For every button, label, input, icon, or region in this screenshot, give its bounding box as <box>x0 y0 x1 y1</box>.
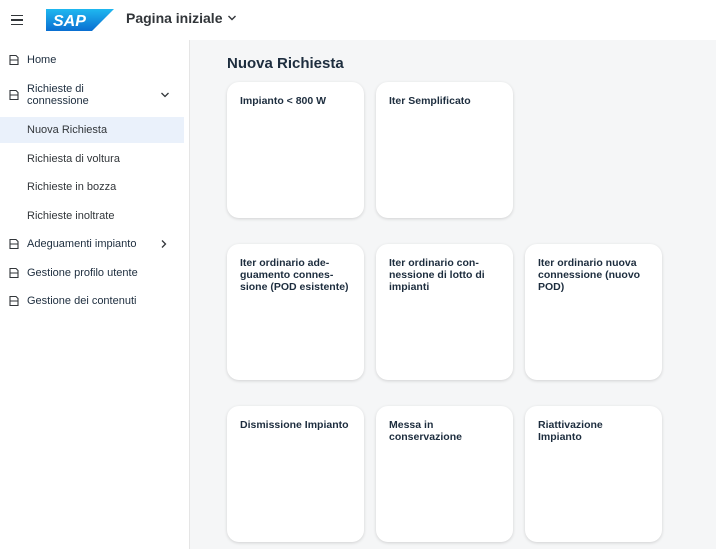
sidebar-subitem-label: Richiesta di voltura <box>27 153 120 165</box>
sidebar-item-label: Home <box>27 54 57 66</box>
app-title-dropdown[interactable]: Pagina iniziale <box>126 10 237 26</box>
tile-title: Iter ordinario nuova connessione (nuovo … <box>538 257 641 293</box>
tile-riattivazione-impianto[interactable]: Riattivazione Impianto <box>525 406 662 542</box>
document-icon <box>9 295 19 307</box>
sidebar-item-label-line2: connessione <box>27 95 89 107</box>
home-icon <box>9 54 19 66</box>
tile-title: Iter ordinario con- nessione di lotto di… <box>389 257 485 293</box>
tile-title: Impianto < 800 W <box>240 95 327 107</box>
side-navigation: Home Richieste di connessione Nuova Rich… <box>0 40 190 549</box>
sidebar-item-label: Adeguamenti impianto <box>27 238 137 250</box>
chevron-down-icon[interactable] <box>160 90 170 100</box>
main-content: Nuova Richiesta Impianto < 800 W Iter Se… <box>190 40 716 549</box>
tile-title: Iter ordinario ade- guamento connes- sio… <box>240 257 349 293</box>
tile-iter-ordinario-lotto[interactable]: Iter ordinario con- nessione di lotto di… <box>376 244 513 380</box>
chevron-right-icon[interactable] <box>159 239 169 249</box>
chevron-down-icon <box>228 15 237 21</box>
sap-logo-text: SAP <box>53 13 86 30</box>
sidebar-subitem-label: Nuova Richiesta <box>27 124 108 136</box>
tile-impianto-800w[interactable]: Impianto < 800 W <box>227 82 364 218</box>
sidebar-subitem-label: Richieste inoltrate <box>27 210 115 222</box>
sidebar-item-gestione-dei-contenuti[interactable]: Gestione dei contenuti <box>0 294 184 308</box>
document-icon <box>9 267 19 279</box>
sidebar-item-adeguamenti-impianto[interactable]: Adeguamenti impianto <box>0 237 184 251</box>
tile-iter-ordinario-adeguamento[interactable]: Iter ordinario ade- guamento connes- sio… <box>227 244 364 380</box>
sidebar-item-label-line1: Richieste di <box>27 83 84 95</box>
tile-title: Iter Semplificato <box>389 95 471 107</box>
tile-iter-ordinario-nuova-connessione[interactable]: Iter ordinario nuova connessione (nuovo … <box>525 244 662 380</box>
sap-logo[interactable]: SAP <box>46 9 114 31</box>
sidebar-subitem-richiesta-di-voltura[interactable]: Richiesta di voltura <box>0 146 184 172</box>
hamburger-menu-icon[interactable] <box>8 10 28 30</box>
sidebar-item-home[interactable]: Home <box>0 53 184 67</box>
tile-title: Messa in conservazione <box>389 419 462 443</box>
sidebar-item-label: Gestione dei contenuti <box>27 295 137 307</box>
tile-messa-in-conservazione[interactable]: Messa in conservazione <box>376 406 513 542</box>
tile-title: Riattivazione Impianto <box>538 419 603 443</box>
sidebar-subitem-richieste-inoltrate[interactable]: Richieste inoltrate <box>0 203 184 229</box>
sidebar-subitem-label: Richieste in bozza <box>27 181 117 193</box>
sidebar-item-label: Gestione profilo utente <box>27 267 138 279</box>
tile-dismissione-impianto[interactable]: Dismissione Impianto <box>227 406 364 542</box>
shell-bar: SAP Pagina iniziale <box>0 0 716 40</box>
document-icon <box>9 238 19 250</box>
document-icon <box>9 89 19 101</box>
sidebar-item-gestione-profilo-utente[interactable]: Gestione profilo utente <box>0 266 184 280</box>
tile-title: Dismissione Impianto <box>240 419 349 431</box>
app-title: Pagina iniziale <box>126 10 223 26</box>
sidebar-subitem-nuova-richiesta[interactable]: Nuova Richiesta <box>0 117 184 143</box>
tile-iter-semplificato[interactable]: Iter Semplificato <box>376 82 513 218</box>
sidebar-item-richieste-di-connessione[interactable]: Richieste di connessione <box>0 82 184 108</box>
sidebar-subitem-richieste-in-bozza[interactable]: Richieste in bozza <box>0 174 184 200</box>
page-title: Nuova Richiesta <box>227 55 344 72</box>
